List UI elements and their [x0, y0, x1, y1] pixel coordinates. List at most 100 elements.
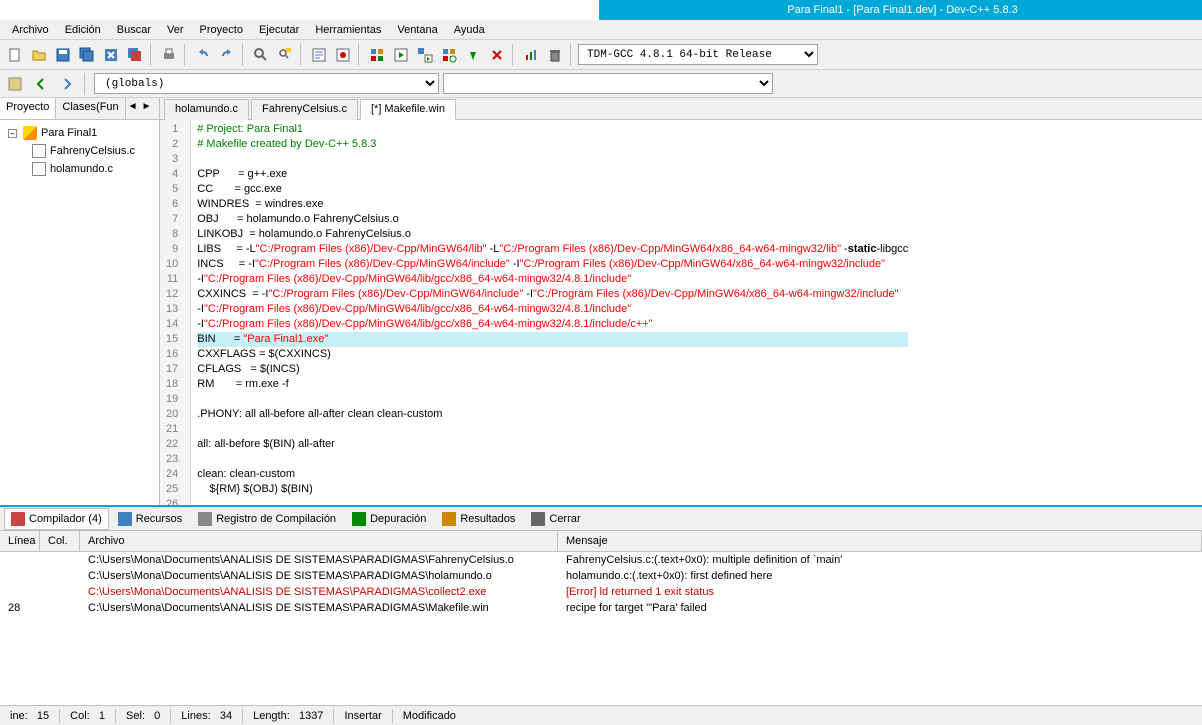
status-sel: Sel: 0	[120, 710, 166, 722]
sidebar-tab-proyecto[interactable]: Proyecto	[0, 98, 56, 119]
tab-icon	[118, 512, 132, 526]
compile-run-button[interactable]	[414, 44, 436, 66]
menubar: ArchivoEdiciónBuscarVerProyectoEjecutarH…	[0, 20, 1202, 40]
window-titlebar: Para Final1 - [Para Final1.dev] - Dev-C+…	[0, 0, 1202, 20]
debug-button[interactable]	[462, 44, 484, 66]
run-button[interactable]	[390, 44, 412, 66]
editor-tabs: holamundo.cFahrenyCelsius.c[*] Makefile.…	[160, 98, 1202, 120]
tab-label: Depuración	[370, 513, 426, 525]
window-title: Para Final1 - [Para Final1.dev] - Dev-C+…	[603, 0, 1202, 20]
close-button[interactable]	[100, 44, 122, 66]
nav-forward-button[interactable]	[56, 73, 78, 95]
bottom-tab[interactable]: Cerrar	[524, 508, 587, 530]
menu-archivo[interactable]: Archivo	[4, 22, 57, 38]
menu-edición[interactable]: Edición	[57, 22, 109, 38]
bottom-tab[interactable]: Compilador (4)	[4, 508, 109, 530]
menu-buscar[interactable]: Buscar	[109, 22, 159, 38]
tab-icon	[531, 512, 545, 526]
members-select[interactable]	[443, 73, 773, 94]
menu-herramientas[interactable]: Herramientas	[307, 22, 389, 38]
header-msg[interactable]: Mensaje	[558, 531, 1202, 551]
collapse-icon[interactable]: −	[8, 129, 17, 138]
tab-label: Compilador (4)	[29, 513, 102, 525]
status-length: Length: 1337	[247, 710, 329, 722]
bottom-tabs: Compilador (4) Recursos Registro de Compil…	[0, 507, 1202, 531]
file-icon	[32, 162, 46, 176]
sidebar-tab-clases[interactable]: Clases(Fun	[56, 98, 125, 119]
bottom-tab[interactable]: Registro de Compilación	[191, 508, 343, 530]
menu-ejecutar[interactable]: Ejecutar	[251, 22, 307, 38]
nav-back-button[interactable]	[30, 73, 52, 95]
save-all-button[interactable]	[76, 44, 98, 66]
sidebar-nav-right[interactable]: ►	[140, 98, 154, 119]
header-line[interactable]: Línea	[0, 531, 40, 551]
save-button[interactable]	[52, 44, 74, 66]
project-tree: − Para Final1 FahrenyCelsius.c holamundo.…	[0, 120, 159, 182]
bottom-tab[interactable]: Depuración	[345, 508, 433, 530]
print-button[interactable]	[158, 44, 180, 66]
bottom-tab[interactable]: Resultados	[435, 508, 522, 530]
output-header: Línea Col. Archivo Mensaje	[0, 531, 1202, 552]
tree-file[interactable]: holamundo.c	[4, 160, 155, 178]
output-row[interactable]: 28C:\Users\Mona\Documents\ANALISIS DE SI…	[0, 600, 1202, 616]
new-class-button[interactable]	[4, 73, 26, 95]
file-label: FahrenyCelsius.c	[50, 145, 135, 157]
bottom-tab[interactable]: Recursos	[111, 508, 189, 530]
output-row[interactable]: C:\Users\Mona\Documents\ANALISIS DE SIST…	[0, 568, 1202, 584]
stop-button[interactable]	[486, 44, 508, 66]
output-row[interactable]: C:\Users\Mona\Documents\ANALISIS DE SIST…	[0, 552, 1202, 568]
tab-label: Registro de Compilación	[216, 513, 336, 525]
goto-button[interactable]	[308, 44, 330, 66]
rebuild-button[interactable]	[438, 44, 460, 66]
code-editor[interactable]: 1234567891011121314151617181920212223242…	[160, 120, 1202, 505]
output-row[interactable]: C:\Users\Mona\Documents\ANALISIS DE SIST…	[0, 584, 1202, 600]
replace-button[interactable]	[274, 44, 296, 66]
editor-tab[interactable]: holamundo.c	[164, 99, 249, 120]
menu-proyecto[interactable]: Proyecto	[192, 22, 251, 38]
project-root[interactable]: − Para Final1	[4, 124, 155, 142]
editor-area: holamundo.cFahrenyCelsius.c[*] Makefile.…	[160, 98, 1202, 505]
sidebar: Proyecto Clases(Fun ◄ ► − Para Final1 Fa…	[0, 98, 160, 505]
new-file-button[interactable]	[4, 44, 26, 66]
file-label: holamundo.c	[50, 163, 113, 175]
file-icon	[32, 144, 46, 158]
menu-ver[interactable]: Ver	[159, 22, 192, 38]
menu-ayuda[interactable]: Ayuda	[446, 22, 493, 38]
header-file[interactable]: Archivo	[80, 531, 558, 551]
project-name-label: Para Final1	[41, 127, 97, 139]
open-button[interactable]	[28, 44, 50, 66]
project-icon	[23, 126, 37, 140]
redo-button[interactable]	[216, 44, 238, 66]
status-line: ine: 15	[4, 710, 55, 722]
tab-label: Cerrar	[549, 513, 580, 525]
main-area: Proyecto Clases(Fun ◄ ► − Para Final1 Fa…	[0, 98, 1202, 505]
status-col: Col: 1	[64, 710, 111, 722]
tab-label: Recursos	[136, 513, 182, 525]
globals-select[interactable]: (globals)	[94, 73, 439, 94]
compiler-select[interactable]: TDM-GCC 4.8.1 64-bit Release	[578, 44, 818, 65]
tab-icon	[198, 512, 212, 526]
clean-button[interactable]	[544, 44, 566, 66]
tab-label: Resultados	[460, 513, 515, 525]
editor-tab[interactable]: [*] Makefile.win	[360, 99, 456, 120]
tab-icon	[352, 512, 366, 526]
statusbar: ine: 15 Col: 1 Sel: 0 Lines: 34 Length: …	[0, 705, 1202, 725]
undo-button[interactable]	[192, 44, 214, 66]
profile-button[interactable]	[520, 44, 542, 66]
app-icon	[0, 0, 599, 20]
header-col[interactable]: Col.	[40, 531, 80, 551]
find-button[interactable]	[250, 44, 272, 66]
status-modified: Modificado	[397, 710, 462, 722]
code-content[interactable]: # Project: Para Final1# Makefile created…	[191, 120, 914, 505]
editor-tab[interactable]: FahrenyCelsius.c	[251, 99, 358, 120]
menu-ventana[interactable]: Ventana	[389, 22, 445, 38]
bookmark-button[interactable]	[332, 44, 354, 66]
tab-icon	[442, 512, 456, 526]
toolbar-nav: (globals)	[0, 70, 1202, 98]
sidebar-nav-left[interactable]: ◄	[126, 98, 140, 119]
close-all-button[interactable]	[124, 44, 146, 66]
status-insert: Insertar	[338, 710, 387, 722]
compile-button[interactable]	[366, 44, 388, 66]
toolbar-main: TDM-GCC 4.8.1 64-bit Release	[0, 40, 1202, 70]
tree-file[interactable]: FahrenyCelsius.c	[4, 142, 155, 160]
